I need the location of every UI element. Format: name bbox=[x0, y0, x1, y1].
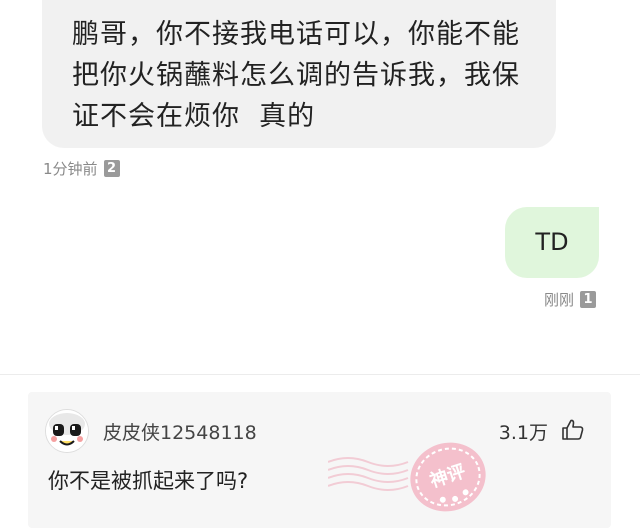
avatar-face-icon bbox=[46, 410, 88, 452]
outgoing-message-text: TD bbox=[535, 228, 569, 256]
incoming-message-line: 鹏哥，你不接我电话可以，你能不能 bbox=[72, 19, 520, 50]
incoming-message-bubble[interactable]: 鹏哥，你不接我电话可以，你能不能 把你火锅蘸料怎么调的告诉我，我保 证不会在烦你… bbox=[42, 0, 556, 148]
incoming-timestamp: 1分钟前 bbox=[43, 159, 98, 178]
chat-area: 鹏哥，你不接我电话可以，你能不能 把你火锅蘸料怎么调的告诉我，我保 证不会在烦你… bbox=[0, 0, 640, 374]
incoming-message-line: 证不会在烦你 真的 bbox=[72, 101, 316, 132]
comment-text: 你不是被抓起来了吗? bbox=[48, 469, 249, 493]
incoming-message-line: 把你火锅蘸料怎么调的告诉我，我保 bbox=[72, 60, 520, 91]
outgoing-message-bubble[interactable]: TD bbox=[505, 207, 599, 278]
thumbs-up-icon[interactable] bbox=[561, 418, 585, 442]
avatar[interactable] bbox=[45, 409, 89, 453]
incoming-count-badge: 2 bbox=[103, 159, 120, 177]
comment-card[interactable]: 神评 皮皮侠12548118 3.1万 你不是被抓起来了吗? bbox=[28, 392, 611, 528]
outgoing-message-meta: 刚刚 1 bbox=[544, 288, 596, 310]
section-divider bbox=[0, 374, 640, 375]
incoming-message-meta: 1分钟前 2 bbox=[43, 157, 120, 179]
outgoing-timestamp: 刚刚 bbox=[543, 290, 574, 309]
like-count: 3.1万 bbox=[498, 422, 548, 444]
outgoing-count-badge: 1 bbox=[580, 290, 596, 308]
comment-username[interactable]: 皮皮侠12548118 bbox=[103, 421, 257, 445]
